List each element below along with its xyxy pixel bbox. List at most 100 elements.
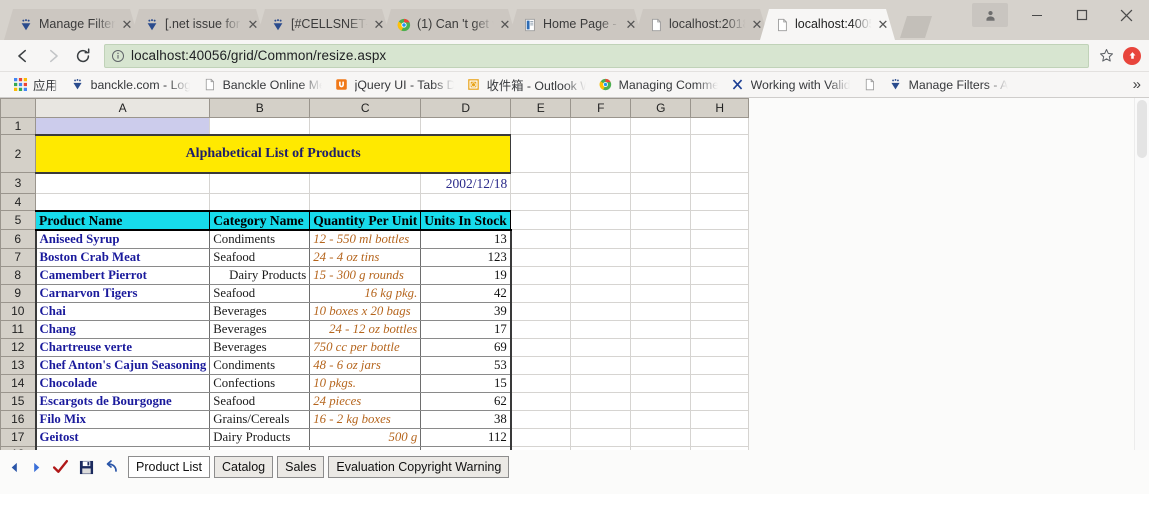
next-arrow-icon[interactable]: [26, 456, 46, 478]
close-icon[interactable]: ✕: [497, 17, 513, 33]
close-icon[interactable]: ✕: [119, 17, 135, 33]
cell-units-in-stock-16[interactable]: 38: [420, 410, 512, 429]
cell-a3[interactable]: [35, 172, 211, 194]
column-title-category-name[interactable]: Category Name: [209, 209, 311, 231]
bookmark-item-6[interactable]: [856, 74, 882, 96]
row-header-14[interactable]: 14: [0, 373, 36, 393]
cell-f8[interactable]: [570, 266, 632, 285]
extension-icon[interactable]: [1123, 46, 1141, 65]
cell-e7[interactable]: [510, 248, 572, 267]
cell-e17[interactable]: [510, 428, 572, 447]
cell-product-name-7[interactable]: Boston Crab Meat: [34, 248, 211, 267]
close-icon[interactable]: ✕: [749, 17, 765, 33]
cell-f9[interactable]: [570, 284, 632, 303]
row-header-13[interactable]: 13: [0, 355, 36, 375]
row-header-15[interactable]: 15: [0, 391, 36, 411]
sheet-tab-catalog[interactable]: Catalog: [214, 456, 274, 478]
close-icon[interactable]: ✕: [245, 17, 261, 33]
cell-h12[interactable]: [690, 338, 750, 357]
row-header-3[interactable]: 3: [0, 172, 36, 194]
cell-g8[interactable]: [630, 266, 692, 285]
cell-category-name-13[interactable]: Condiments: [209, 356, 311, 375]
cell-quantity-16[interactable]: 16 - 2 kg boxes: [309, 410, 422, 429]
cell-product-name-11[interactable]: Chang: [34, 320, 211, 339]
cell-a1-selected[interactable]: [35, 117, 211, 135]
cell-h16[interactable]: [690, 410, 750, 429]
cell-product-name-16[interactable]: Filo Mix: [34, 410, 211, 429]
reload-icon[interactable]: [68, 42, 98, 70]
cell-g11[interactable]: [630, 320, 692, 339]
sheet-tab-evaluation-warning[interactable]: Evaluation Copyright Warning: [328, 456, 510, 478]
bookmark-item-3[interactable]: O 收件箱 - Outlook We: [460, 74, 592, 96]
row-header-7[interactable]: 7: [0, 247, 36, 267]
select-all-corner[interactable]: [0, 98, 36, 118]
cell-e8[interactable]: [510, 266, 572, 285]
cell-b4[interactable]: [209, 193, 311, 211]
cell-h3[interactable]: [690, 172, 750, 194]
browser-tab-2[interactable]: [.net issue for p ✕: [130, 9, 265, 40]
title-cell[interactable]: Alphabetical List of Products: [34, 133, 512, 174]
cell-category-name-6[interactable]: Condiments: [209, 229, 311, 249]
bookmark-apps[interactable]: 应用: [6, 74, 64, 96]
minimize-button[interactable]: [1014, 0, 1059, 30]
column-header-g[interactable]: G: [630, 98, 692, 118]
cell-e15[interactable]: [510, 392, 572, 411]
cell-h1[interactable]: [690, 117, 750, 135]
cell-d4[interactable]: [420, 193, 512, 211]
cell-b3[interactable]: [209, 172, 311, 194]
new-tab-button[interactable]: [900, 16, 932, 38]
cell-category-name-17[interactable]: Dairy Products: [209, 428, 311, 447]
cell-g6[interactable]: [630, 229, 692, 249]
cell-category-name-11[interactable]: Beverages: [209, 320, 311, 339]
cell-h4[interactable]: [690, 193, 750, 211]
cell-f3[interactable]: [570, 172, 632, 194]
sheet-tab-product-list[interactable]: Product List: [128, 456, 211, 478]
cell-e12[interactable]: [510, 338, 572, 357]
bookmarks-overflow-icon[interactable]: »: [1133, 76, 1141, 93]
cell-h9[interactable]: [690, 284, 750, 303]
cell-e5[interactable]: [510, 210, 572, 230]
info-circle-icon[interactable]: [111, 49, 125, 63]
cell-quantity-13[interactable]: 48 - 6 oz jars: [309, 356, 422, 375]
cell-g7[interactable]: [630, 248, 692, 267]
cell-g17[interactable]: [630, 428, 692, 447]
row-header-1[interactable]: 1: [0, 117, 36, 135]
row-header-6[interactable]: 6: [0, 229, 36, 249]
cell-h8[interactable]: [690, 266, 750, 285]
cell-f13[interactable]: [570, 356, 632, 375]
row-header-17[interactable]: 17: [0, 427, 36, 447]
cell-category-name-9[interactable]: Seafood: [209, 284, 311, 303]
bookmark-item-1[interactable]: Banckle Online Mee: [196, 74, 328, 96]
cell-f6[interactable]: [570, 229, 632, 249]
cell-category-name-8[interactable]: Dairy Products: [209, 266, 311, 285]
cell-b1[interactable]: [209, 117, 311, 135]
cell-f11[interactable]: [570, 320, 632, 339]
cell-g2[interactable]: [630, 134, 692, 173]
cell-g3[interactable]: [630, 172, 692, 194]
cell-g16[interactable]: [630, 410, 692, 429]
cell-quantity-14[interactable]: 10 pkgs.: [309, 374, 422, 393]
close-button[interactable]: [1104, 0, 1149, 30]
cell-a4[interactable]: [35, 193, 211, 211]
row-header-11[interactable]: 11: [0, 319, 36, 339]
browser-tab-4[interactable]: (1) Can 't get w ✕: [382, 9, 517, 40]
cell-g1[interactable]: [630, 117, 692, 135]
cell-product-name-15[interactable]: Escargots de Bourgogne: [34, 392, 211, 411]
cell-product-name-17[interactable]: Geitost: [34, 428, 211, 447]
cell-g15[interactable]: [630, 392, 692, 411]
cell-g13[interactable]: [630, 356, 692, 375]
spreadsheet-grid[interactable]: A B C D E F G H 1 2 Alphabetical List of…: [0, 98, 750, 462]
cell-h13[interactable]: [690, 356, 750, 375]
cell-product-name-14[interactable]: Chocolade: [34, 374, 211, 393]
cell-product-name-12[interactable]: Chartreuse verte: [34, 338, 211, 357]
person-icon[interactable]: [972, 3, 1008, 27]
column-title-units-in-stock[interactable]: Units In Stock: [420, 209, 512, 231]
cell-category-name-7[interactable]: Seafood: [209, 248, 311, 267]
cell-h15[interactable]: [690, 392, 750, 411]
browser-tab-3[interactable]: [#CELLSNET-45 ✕: [256, 9, 391, 40]
cell-c1[interactable]: [309, 117, 422, 135]
cell-quantity-10[interactable]: 10 boxes x 20 bags: [309, 302, 422, 321]
cell-h10[interactable]: [690, 302, 750, 321]
column-header-h[interactable]: H: [690, 98, 750, 118]
cell-g12[interactable]: [630, 338, 692, 357]
